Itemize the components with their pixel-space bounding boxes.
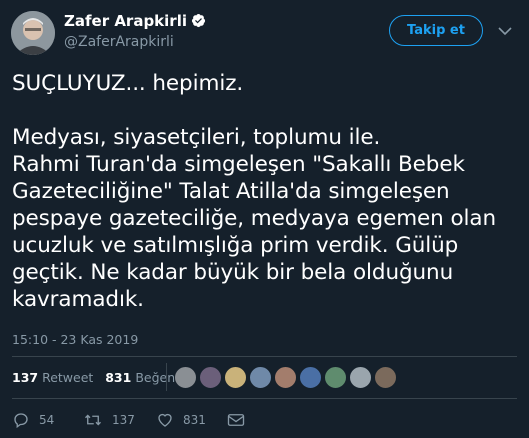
tweet-line: geçtik. Ne kadar büyük bir bela olduğunu bbox=[12, 260, 454, 285]
tweet-line: Gazeteciliğine" Talat Atilla'da simgeleş… bbox=[12, 179, 450, 204]
tweet-card: Zafer Arapkirli @ZaferArapkirli Takip et… bbox=[0, 0, 529, 438]
follow-button[interactable]: Takip et bbox=[389, 15, 483, 46]
like-count: 831 bbox=[105, 370, 132, 385]
liker-avatar[interactable] bbox=[299, 366, 322, 389]
tweet-line: Rahmi Turan'da simgeleşen "Sakallı Bebek bbox=[12, 152, 465, 177]
tweet-line-gap bbox=[12, 97, 517, 124]
retweet-count: 137 bbox=[12, 370, 39, 385]
chevron-down-icon[interactable] bbox=[497, 24, 513, 38]
liker-avatar[interactable] bbox=[224, 366, 247, 389]
liker-avatar[interactable] bbox=[274, 366, 297, 389]
avatar-icon bbox=[11, 11, 55, 55]
tweet-line: pespaye gazeteciliğe, medyaya egemen ola… bbox=[12, 206, 496, 231]
liker-avatar[interactable] bbox=[174, 366, 197, 389]
stats-separator bbox=[166, 363, 167, 391]
message-button[interactable] bbox=[227, 409, 254, 431]
retweet-label: Retweet bbox=[42, 370, 94, 385]
tweet-text: SUÇLUYUZ... hepimiz. Medyası, siyasetçil… bbox=[12, 70, 517, 313]
author-name[interactable]: Zafer Arapkirli bbox=[64, 12, 206, 30]
liker-avatar[interactable] bbox=[374, 366, 397, 389]
liker-avatar[interactable] bbox=[249, 366, 272, 389]
tweet-line: SUÇLUYUZ... hepimiz. bbox=[12, 71, 244, 96]
like-label: Beğeni bbox=[135, 370, 179, 385]
tweet-timestamp[interactable]: 15:10 - 23 Kas 2019 bbox=[12, 332, 138, 347]
retweet-stat[interactable]: 137 Retweet bbox=[12, 370, 93, 385]
retweet-button[interactable]: 137 bbox=[83, 409, 135, 431]
like-stat[interactable]: 831 Beğeni bbox=[105, 370, 178, 385]
divider bbox=[12, 356, 517, 357]
author-handle[interactable]: @ZaferArapkirli bbox=[64, 34, 174, 50]
reply-count: 54 bbox=[39, 413, 55, 427]
divider bbox=[12, 398, 517, 399]
author-name-text: Zafer Arapkirli bbox=[64, 12, 187, 30]
tweet-line: Medyası, siyasetçileri, toplumu ile. bbox=[12, 125, 381, 150]
liker-avatar[interactable] bbox=[324, 366, 347, 389]
retweet-icon bbox=[85, 414, 101, 426]
retweet-action-count: 137 bbox=[112, 413, 135, 427]
author-avatar[interactable] bbox=[11, 11, 55, 55]
liker-avatar[interactable] bbox=[199, 366, 222, 389]
heart-icon bbox=[158, 413, 172, 427]
like-action-count: 831 bbox=[183, 413, 206, 427]
envelope-icon bbox=[227, 414, 245, 426]
tweet-line: ucuzluk ve satılmışlığa prim verdik. Gül… bbox=[12, 233, 459, 258]
reply-icon bbox=[14, 413, 28, 429]
engagement-stats: 137 Retweet 831 Beğeni bbox=[12, 370, 179, 385]
like-button[interactable]: 831 bbox=[156, 409, 206, 431]
reply-button[interactable]: 54 bbox=[12, 409, 54, 431]
liker-avatar[interactable] bbox=[349, 366, 372, 389]
tweet-line: kavramadık. bbox=[12, 287, 144, 312]
liker-avatars bbox=[174, 366, 399, 390]
verified-badge-icon bbox=[191, 13, 206, 28]
